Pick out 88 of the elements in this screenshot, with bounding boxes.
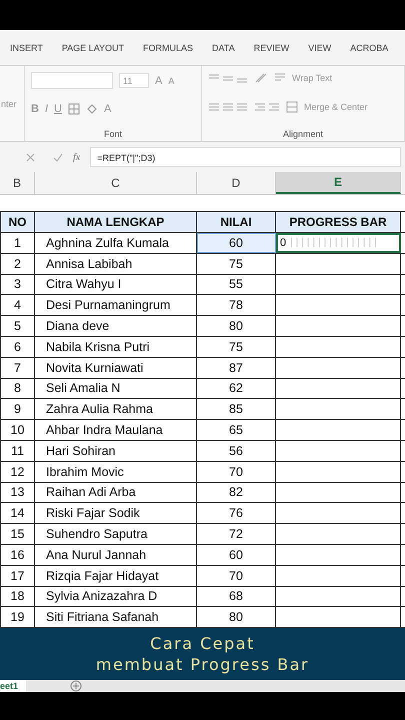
table-cell: 8 [0, 378, 35, 398]
ribbon-tab[interactable]: PAGE LAYOUT [62, 42, 124, 52]
table-cell[interactable]: 70 [197, 462, 276, 482]
active-cell[interactable]: 0 |||||||||||||||| [276, 233, 401, 253]
table-cell[interactable]: 56 [197, 440, 276, 461]
ribbon-tab[interactable]: REVIEW [254, 42, 290, 52]
table-cell: Suhendro Saputra [35, 524, 197, 544]
add-sheet-icon[interactable] [70, 680, 82, 692]
check-icon[interactable] [53, 152, 63, 162]
table-header: NAMA LENGKAP [35, 212, 197, 232]
table-cell: 10 [0, 420, 35, 440]
ribbon-label: nter [1, 98, 17, 108]
table-cell[interactable]: 72 [197, 524, 276, 544]
table-header: NILAI [197, 212, 276, 232]
ribbon-tab[interactable]: DATA [212, 42, 235, 52]
table-cell: 1 [0, 233, 35, 253]
table-cell: 3 [0, 274, 35, 294]
table-cell: Citra Wahyu I [35, 274, 197, 294]
column-header[interactable]: C [35, 172, 197, 194]
table-cell: Siti Fitriana Safanah [35, 607, 197, 628]
table-cell: Desi Purnamaningrum [35, 295, 197, 316]
ribbon-tab[interactable]: VIEW [308, 42, 332, 52]
table-cell: Annisa Labibah [35, 254, 197, 274]
table-cell: Ibrahim Movic [35, 462, 197, 482]
table-cell: 14 [0, 503, 35, 524]
table-cell: 17 [0, 566, 35, 586]
column-header[interactable]: B [0, 172, 35, 194]
table-cell: 11 [0, 440, 35, 461]
table-cell: 6 [0, 336, 35, 357]
merge-icon[interactable] [286, 100, 298, 112]
table-cell[interactable]: 75 [197, 336, 276, 357]
table-cell: Diana deve [35, 316, 197, 336]
table-cell: Ana Nurul Jannah [35, 544, 197, 565]
align-top-icon[interactable] [208, 73, 248, 83]
table-cell: 13 [0, 482, 35, 502]
table-cell: 12 [0, 462, 35, 482]
column-header[interactable]: E [276, 172, 401, 194]
sheet-tab[interactable]: eet1 [0, 680, 26, 692]
table-cell[interactable]: 60 [197, 544, 276, 565]
indent-icon[interactable] [254, 102, 280, 112]
table-cell: 2 [0, 254, 35, 274]
table-cell: Hari Sohiran [35, 440, 197, 461]
table-cell: 15 [0, 524, 35, 544]
table-cell[interactable]: 68 [197, 586, 276, 606]
ribbon-tab[interactable]: ACROBA [350, 42, 388, 52]
group-label: Font [102, 129, 123, 139]
table-cell: 16 [0, 544, 35, 565]
table-cell[interactable]: 80 [197, 607, 276, 628]
ribbon-tab[interactable]: FORMULAS [143, 42, 194, 52]
table-cell[interactable]: 55 [197, 274, 276, 294]
table-cell: 19 [0, 607, 35, 628]
table-cell: 9 [0, 399, 35, 420]
font-name-field[interactable] [31, 72, 113, 89]
table-cell[interactable]: 82 [197, 482, 276, 502]
table-cell[interactable]: 87 [197, 358, 276, 378]
table-cell: Rizqia Fajar Hidayat [35, 566, 197, 586]
table-cell[interactable]: 65 [197, 420, 276, 440]
table-cell[interactable]: 60 [197, 233, 276, 253]
table-cell[interactable]: 75 [197, 254, 276, 274]
table-header: NO [0, 212, 35, 232]
table-cell: Ahbar Indra Maulana [35, 420, 197, 440]
table-cell[interactable]: 80 [197, 316, 276, 336]
title-banner: Cara Cepat membuat Progress Bar [0, 628, 405, 680]
group-label: Alignment [282, 129, 324, 139]
formula-field[interactable]: =REPT("|";D3) [90, 147, 401, 167]
function-icon[interactable]: fx [73, 152, 80, 162]
table-cell[interactable]: 78 [197, 295, 276, 316]
ribbon-tab[interactable]: INSERT [10, 42, 43, 52]
table-cell: 18 [0, 586, 35, 606]
table-cell[interactable]: 62 [197, 378, 276, 398]
orientation-icon[interactable] [254, 72, 268, 84]
table-cell[interactable]: 70 [197, 566, 276, 586]
table-cell[interactable]: 76 [197, 503, 276, 524]
cancel-icon[interactable] [26, 152, 35, 162]
table-cell: Novita Kurniawati [35, 358, 197, 378]
table-cell: Riski Fajar Sodik [35, 503, 197, 524]
table-header: PROGRESS BAR [276, 212, 401, 232]
table-cell: 7 [0, 358, 35, 378]
table-cell: Zahra Aulia Rahma [35, 399, 197, 420]
table-cell: Raihan Adi Arba [35, 482, 197, 502]
table-cell: Nabila Krisna Putri [35, 336, 197, 357]
borders-icon[interactable] [68, 103, 80, 115]
align-left-icon[interactable] [208, 102, 248, 112]
table-cell[interactable]: 85 [197, 399, 276, 420]
table-cell: Seli Amalia N [35, 378, 197, 398]
table-cell: 4 [0, 295, 35, 316]
table-cell: Sylvia Anizazahra D [35, 586, 197, 606]
table-cell: 5 [0, 316, 35, 336]
